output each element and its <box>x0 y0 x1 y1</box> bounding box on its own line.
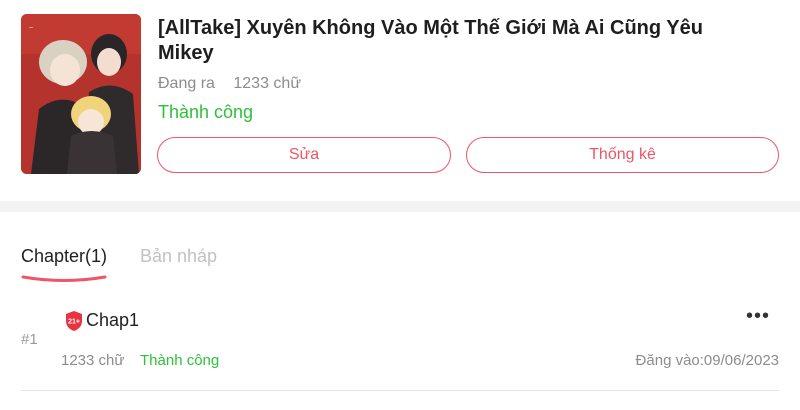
chapter-title[interactable]: Chap1 <box>86 310 139 331</box>
age-rating-badge-icon: 21+ <box>66 311 82 331</box>
story-meta: Đang ra 1233 chữ <box>158 75 301 93</box>
tab-drafts[interactable]: Bản nháp <box>140 246 217 267</box>
row-divider <box>21 390 779 391</box>
svg-text:21+: 21+ <box>68 319 80 326</box>
story-word-count: 1233 chữ <box>233 75 302 92</box>
chapter-word-count: 1233 chữ <box>61 352 125 369</box>
chapter-date: Đăng vào:09/06/2023 <box>635 352 779 369</box>
story-cover-image[interactable]: ~ <box>21 14 141 174</box>
edit-button[interactable]: Sửa <box>157 137 451 173</box>
svg-text:~: ~ <box>29 25 33 32</box>
stats-button[interactable]: Thống kê <box>466 137 779 173</box>
story-state: Đang ra <box>158 75 215 92</box>
tab-chapters[interactable]: Chapter(1) <box>21 246 107 267</box>
cover-illustration: ~ <box>21 14 141 174</box>
story-status: Thành công <box>158 102 254 122</box>
chapter-index: #1 <box>21 331 38 348</box>
story-title: [AllTake] Xuyên Không Vào Một Thế Giới M… <box>158 17 703 64</box>
more-dots-icon[interactable]: ••• <box>746 305 770 328</box>
chapter-status: Thành công <box>140 352 220 369</box>
active-tab-underline <box>21 275 107 282</box>
section-divider <box>0 201 800 212</box>
